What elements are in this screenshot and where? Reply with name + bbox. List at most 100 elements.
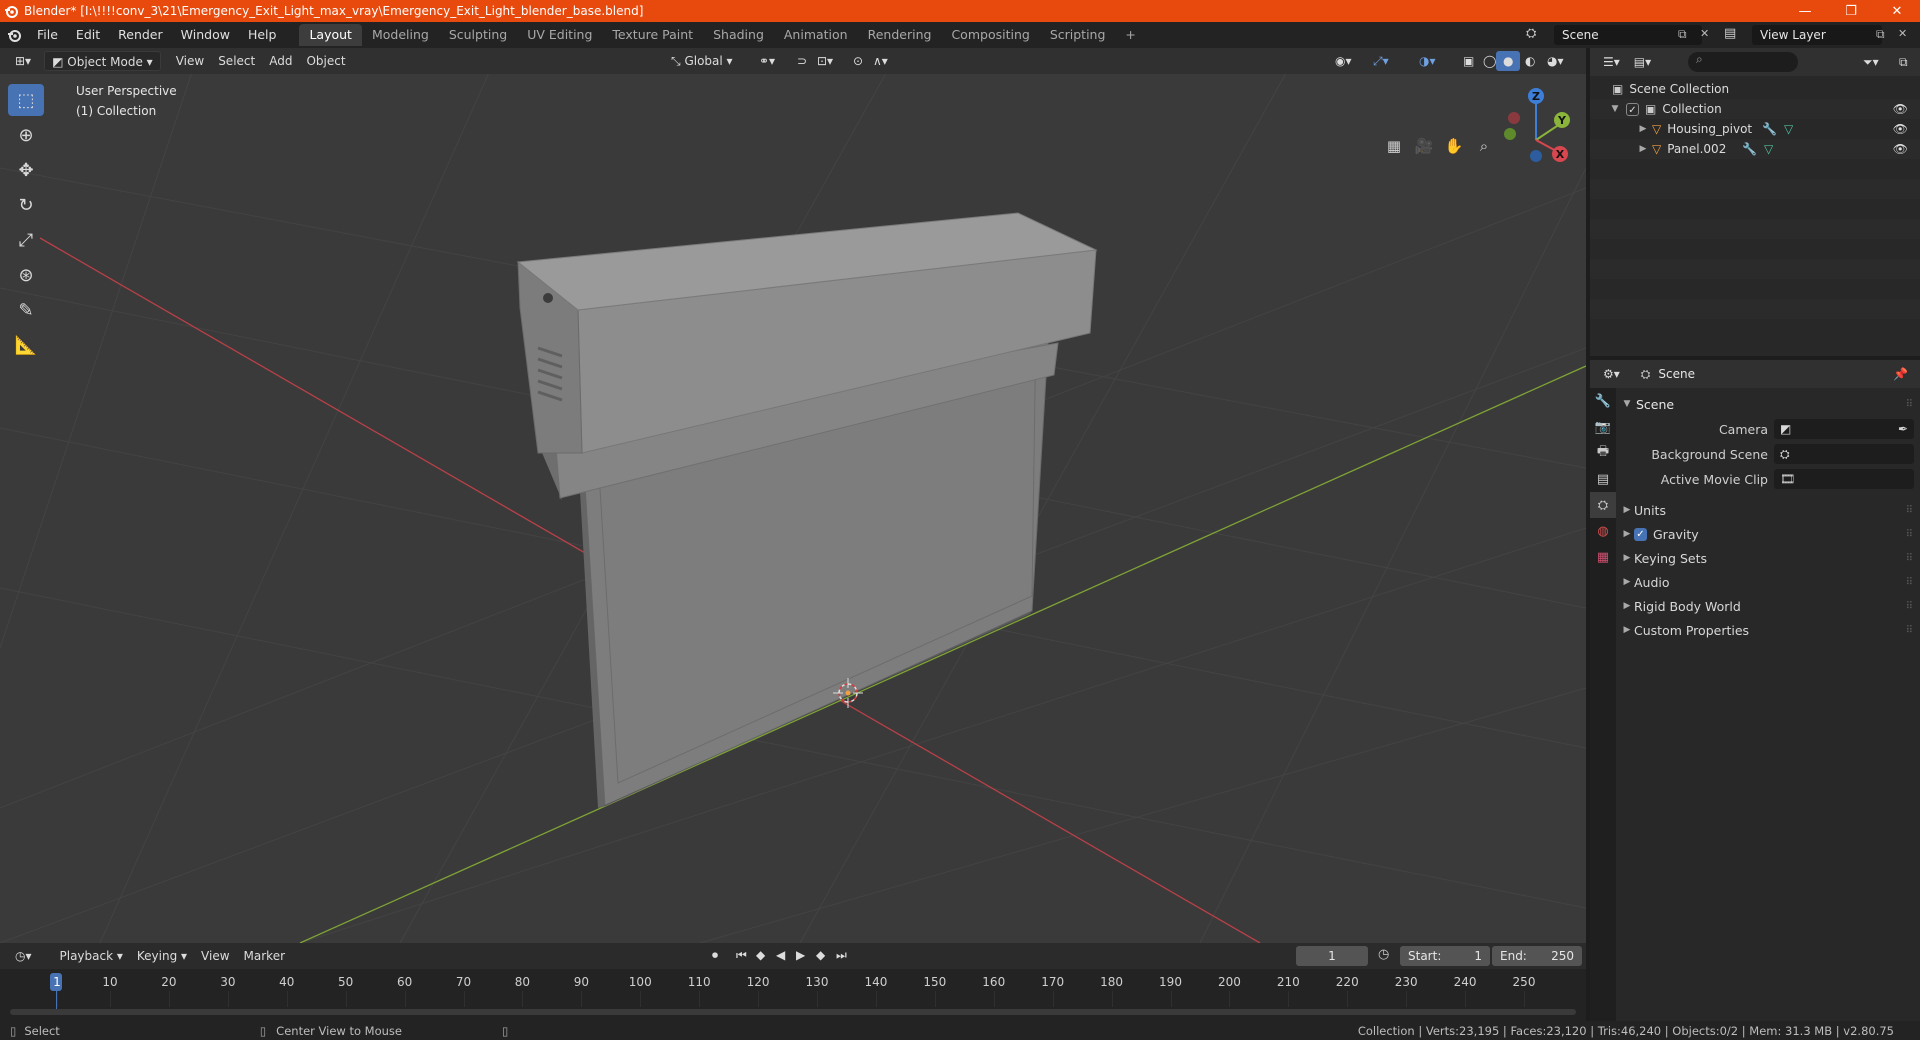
outliner-row-object[interactable]: ▶ ▽ Housing_pivot 🔧 ▽ 👁 [1590,119,1920,139]
zoom-magnifier-icon[interactable]: ⌕ [1470,132,1498,160]
tab-world[interactable]: ◍ [1590,518,1616,544]
expand-collection-icon[interactable]: ▼ [1608,104,1622,114]
pan-hand-icon[interactable]: ✋ [1440,132,1468,160]
record-button[interactable]: ⏺ [712,948,718,963]
rigid-body-world-panel-header[interactable]: ▶ Rigid Body World ⠿ [1620,594,1916,618]
viewport-menu-object[interactable]: Object [299,51,352,71]
move-tool[interactable]: ✥ [8,154,44,186]
minimize-button[interactable]: — [1782,0,1828,22]
expand-panel-icon[interactable]: ▶ [1620,505,1634,515]
select-box-tool[interactable]: ⬚ [8,84,44,116]
menu-window[interactable]: Window [172,24,239,46]
tab-tool[interactable]: 🔧 [1590,388,1616,414]
gizmo-neg-z-button[interactable] [1530,150,1542,162]
prev-keyframe-icon[interactable]: ◆ [756,948,765,962]
snap-target-icon[interactable]: ⊡▾ [810,51,840,71]
jump-end-icon[interactable]: ⏭ [836,948,847,963]
tab-texture[interactable]: ▦ [1590,544,1616,570]
pivot-point-icon[interactable]: ⚭▾ [752,51,782,71]
object-visibility-eye-icon[interactable]: 👁 [1893,142,1908,156]
mesh-data-icon[interactable]: ▽ [1764,142,1773,156]
play-reverse-icon[interactable]: ◀ [776,948,785,962]
next-keyframe-icon[interactable]: ◆ [816,948,825,962]
outliner-row-scene-collection[interactable]: ▣ Scene Collection [1590,79,1920,99]
tab-animation[interactable]: Animation [774,24,858,46]
properties-editor-type-icon[interactable]: ⚙▾ [1596,364,1627,384]
tab-shading[interactable]: Shading [703,24,774,46]
gizmo-toggle-icon[interactable]: ⤢▾ [1366,51,1396,71]
outliner-row-collection[interactable]: ▼ ✓ ▣ Collection 👁 [1590,99,1920,119]
tab-output[interactable]: 🖶 [1590,440,1616,466]
viewport-menu-view[interactable]: View [169,51,211,71]
tab-uv-editing[interactable]: UV Editing [517,24,602,46]
scene-selector-icon[interactable]: ⛭ [1526,26,1536,41]
collapse-scene-panel-icon[interactable]: ▼ [1620,399,1634,409]
gizmo-neg-x-button[interactable] [1508,112,1520,124]
drag-handle-icon[interactable]: ⠿ [1906,577,1913,588]
new-view-layer-icon[interactable]: ⧉ [1876,27,1885,42]
tab-sculpting[interactable]: Sculpting [439,24,517,46]
menu-file[interactable]: File [28,24,67,46]
gizmo-neg-y-button[interactable] [1504,128,1516,140]
solid-shading-icon[interactable]: ● [1496,51,1521,71]
active-movie-clip-field[interactable]: 🎞 [1774,469,1914,489]
timeline-scrollbar[interactable] [10,1009,1576,1015]
cursor-tool[interactable]: ⊕ [8,119,44,151]
custom-properties-panel-header[interactable]: ▶ Custom Properties ⠿ [1620,618,1916,642]
rotate-tool[interactable]: ↻ [8,189,44,221]
viewport-menu-select[interactable]: Select [211,51,262,71]
camera-view-icon[interactable]: 🎥 [1410,132,1438,160]
drag-handle-icon[interactable]: ⠿ [1906,529,1913,540]
modifier-wrench-icon[interactable]: 🔧 [1742,142,1757,156]
material-shading-icon[interactable]: ◐ [1518,51,1542,71]
outliner-editor-type-icon[interactable]: ☰▾ [1596,52,1627,72]
toggle-grid-view-icon[interactable]: ▦ [1380,132,1408,160]
viewport-scene[interactable]: Z Y X [0,48,1586,943]
drag-handle-icon[interactable]: ⠿ [1906,625,1913,636]
visibility-selectability-icon[interactable]: ◉▾ [1328,51,1359,71]
object-visibility-eye-icon[interactable]: 👁 [1893,122,1908,136]
filter-icon[interactable]: ⏷▾ [1856,52,1886,72]
units-panel-header[interactable]: ▶ Units ⠿ [1620,498,1916,522]
maximize-button[interactable]: ❐ [1828,0,1874,22]
collection-exclude-checkbox[interactable]: ✓ [1626,102,1639,116]
background-scene-field[interactable]: ⛭ [1774,444,1914,464]
transform-tool[interactable]: ⊛ [8,259,44,291]
viewport-menu-add[interactable]: Add [262,51,299,71]
timeline-menu-marker[interactable]: Marker [237,946,292,966]
scene-panel-header[interactable]: ▼ Scene ⠿ [1620,392,1916,416]
camera-field[interactable]: ◩ ✒ [1774,419,1914,439]
current-frame-field[interactable]: 1 [1296,946,1368,966]
drag-handle-icon[interactable]: ⠿ [1906,553,1913,564]
tab-scene[interactable]: ⛭ [1590,492,1616,518]
expand-object-icon[interactable]: ▶ [1636,124,1650,134]
close-button[interactable]: ✕ [1874,0,1920,22]
modifier-wrench-icon[interactable]: 🔧 [1762,122,1777,136]
tab-modeling[interactable]: Modeling [362,24,439,46]
tab-render[interactable]: 📷 [1590,414,1616,440]
delete-scene-icon[interactable]: ✕ [1700,27,1709,40]
add-workspace-button[interactable]: + [1115,24,1145,46]
expand-panel-icon[interactable]: ▶ [1620,553,1634,563]
menu-edit[interactable]: Edit [67,24,109,46]
timeline-editor-type-icon[interactable]: ◷▾ [8,946,39,966]
display-mode-icon[interactable]: ▤▾ [1627,52,1658,72]
annotate-tool[interactable]: ✎ [8,294,44,326]
expand-object-icon[interactable]: ▶ [1636,144,1650,154]
drag-handle-icon[interactable]: ⠿ [1906,505,1913,516]
outliner-search-input[interactable]: ⌕ [1688,52,1798,72]
jump-start-icon[interactable]: ⏮ [736,948,747,963]
outliner-row-object[interactable]: ▶ ▽ Panel.002 🔧 ▽ 👁 [1590,139,1920,159]
new-collection-icon[interactable]: ⧉ [1892,52,1915,72]
keying-sets-panel-header[interactable]: ▶ Keying Sets ⠿ [1620,546,1916,570]
blender-menu-icon[interactable] [0,28,28,42]
expand-panel-icon[interactable]: ▶ [1620,601,1634,611]
eyedropper-icon[interactable]: ✒ [1898,422,1908,436]
view-layer-field[interactable]: View Layer [1752,25,1882,45]
new-scene-icon[interactable]: ⧉ [1678,27,1687,42]
3d-viewport[interactable]: Z Y X ⊞▾ ◩ Object Mode ▾ View Select Add… [0,48,1586,943]
play-icon[interactable]: ▶ [796,948,805,962]
tab-rendering[interactable]: Rendering [858,24,942,46]
tab-view-layer[interactable]: ▤ [1590,466,1616,492]
transform-orientation-dropdown[interactable]: ⤡ Global ▾ [664,51,740,71]
